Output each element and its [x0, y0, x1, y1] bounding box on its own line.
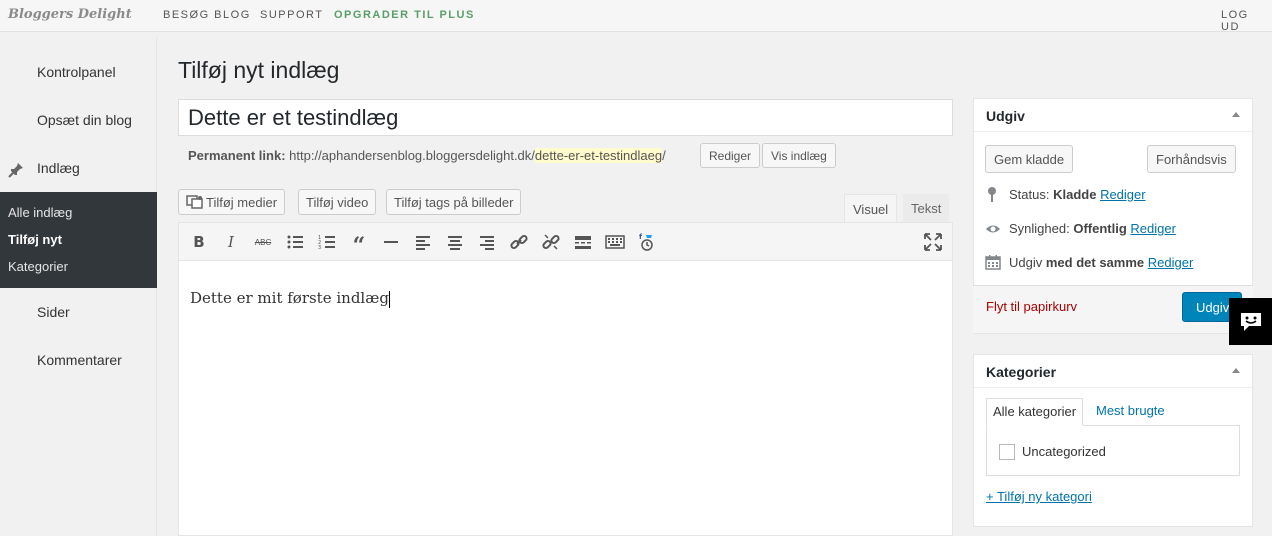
nav-visit-blog[interactable]: BESØG BLOG: [163, 9, 251, 21]
categories-box-header[interactable]: Kategorier: [974, 355, 1252, 388]
align-right-icon[interactable]: [477, 232, 497, 252]
numbered-list-icon[interactable]: 123: [317, 232, 337, 252]
align-left-icon[interactable]: [413, 232, 433, 252]
text-caret: [388, 290, 390, 308]
publish-box-header[interactable]: Udgiv: [974, 99, 1252, 132]
tab-text[interactable]: Tekst: [903, 194, 950, 222]
add-category-link[interactable]: + Tilføj ny kategori: [986, 489, 1092, 504]
permalink-edit-button[interactable]: Rediger: [700, 143, 761, 168]
posts-submenu: Alle indlæg Tilføj nyt Kategorier: [0, 192, 157, 288]
pin-status-icon: [988, 187, 996, 202]
nav-logout[interactable]: LOG UD: [1221, 9, 1272, 33]
nav-support[interactable]: SUPPORT: [260, 9, 323, 21]
category-checkbox[interactable]: [999, 444, 1015, 460]
editor-content[interactable]: Dette er mit første indlæg: [190, 289, 390, 308]
chat-icon: [1240, 312, 1261, 331]
horizontal-line-icon[interactable]: [381, 232, 401, 252]
status-value: Kladde: [1053, 187, 1097, 202]
toolbar-toggle-icon[interactable]: [605, 232, 625, 252]
sidebar-item-comments[interactable]: Kommentarer: [37, 352, 122, 368]
schedule-row: Udgiv med det samme Rediger: [1009, 255, 1193, 270]
categories-box-title: Kategorier: [986, 364, 1057, 380]
tab-all-categories[interactable]: Alle kategorier: [986, 398, 1084, 426]
submenu-categories[interactable]: Kategorier: [8, 259, 68, 274]
add-media-button[interactable]: Tilføj medier: [178, 189, 286, 215]
read-more-icon[interactable]: [573, 232, 593, 252]
fullscreen-icon[interactable]: [923, 232, 943, 252]
view-post-button[interactable]: Vis indlæg: [762, 143, 836, 168]
tab-most-used[interactable]: Mest brugte: [1090, 398, 1171, 426]
visibility-row: Synlighed: Offentlig Rediger: [1009, 221, 1176, 236]
permalink-label: Permanent link:: [188, 148, 286, 163]
category-label: Uncategorized: [1022, 444, 1106, 459]
nav-upgrade[interactable]: OPGRADER TIL PLUS: [334, 9, 475, 21]
sidebar-item-dashboard[interactable]: Kontrolpanel: [37, 64, 116, 80]
add-video-button[interactable]: Tilføj video: [298, 189, 377, 215]
permalink-trail: /: [662, 148, 666, 163]
editor-toolbar: B I ABC 123 “ f: [179, 223, 952, 261]
schedule-label: Udgiv: [1009, 255, 1043, 270]
visibility-label: Synlighed:: [1009, 221, 1070, 236]
media-icon: [186, 195, 203, 209]
italic-icon[interactable]: I: [221, 232, 241, 252]
svg-text:f: f: [639, 233, 643, 241]
post-editor[interactable]: B I ABC 123 “ f Dette er mit første indl…: [178, 222, 953, 536]
align-center-icon[interactable]: [445, 232, 465, 252]
bullet-list-icon[interactable]: [285, 232, 305, 252]
submenu-add-new[interactable]: Tilføj nyt: [8, 232, 62, 247]
sidebar-item-posts[interactable]: Indlæg: [37, 160, 80, 176]
collapse-arrow-icon[interactable]: [1232, 368, 1240, 373]
submenu-all-posts[interactable]: Alle indlæg: [8, 205, 72, 220]
save-draft-button[interactable]: Gem kladde: [985, 145, 1074, 173]
pushpin-icon: [8, 163, 23, 178]
schedule-value: med det samme: [1045, 255, 1145, 270]
status-row: Status: Kladde Rediger: [1009, 187, 1146, 202]
preview-button[interactable]: Forhåndsvis: [1147, 145, 1236, 173]
add-media-label: Tilføj medier: [206, 195, 278, 210]
active-arrow: [148, 160, 156, 176]
social-share-icon[interactable]: f: [637, 232, 657, 252]
tab-visual[interactable]: Visuel: [844, 194, 898, 222]
add-image-tags-button[interactable]: Tilføj tags på billeder: [386, 189, 522, 215]
strikethrough-icon[interactable]: ABC: [253, 232, 273, 252]
move-to-trash-link[interactable]: Flyt til papirkurv: [986, 299, 1077, 314]
collapse-arrow-icon[interactable]: [1232, 112, 1240, 117]
svg-text:3: 3: [318, 245, 321, 251]
editor-text: Dette er mit første indlæg: [190, 289, 389, 307]
schedule-edit-link[interactable]: Rediger: [1148, 255, 1194, 270]
permalink-base[interactable]: http://aphandersenblog.bloggersdelight.d…: [289, 148, 535, 163]
post-title-input[interactable]: Dette er et testindlæg: [178, 99, 953, 136]
top-bar: Bloggers Delight BESØG BLOG SUPPORT OPGR…: [0, 0, 1272, 33]
status-label: Status:: [1009, 187, 1050, 202]
chat-widget-button[interactable]: [1229, 298, 1272, 345]
page-title: Tilføj nyt indlæg: [178, 57, 340, 83]
unlink-icon[interactable]: [541, 232, 561, 252]
eye-icon: [986, 225, 1000, 233]
bold-icon[interactable]: B: [189, 232, 209, 252]
permalink-slug[interactable]: dette-er-et-testindlaeg: [534, 148, 663, 163]
visibility-value: Offentlig: [1073, 221, 1127, 236]
site-logo[interactable]: Bloggers Delight: [8, 7, 132, 22]
permalink-row: Permanent link: http://aphandersenblog.b…: [188, 148, 666, 163]
sidebar-item-pages[interactable]: Sider: [37, 304, 70, 320]
sidebar-item-setup[interactable]: Opsæt din blog: [37, 112, 132, 128]
publish-box-title: Udgiv: [986, 108, 1025, 124]
status-edit-link[interactable]: Rediger: [1100, 187, 1146, 202]
blockquote-icon[interactable]: “: [349, 232, 369, 259]
link-icon[interactable]: [509, 232, 529, 252]
calendar-icon: [985, 255, 1001, 270]
visibility-edit-link[interactable]: Rediger: [1130, 221, 1176, 236]
